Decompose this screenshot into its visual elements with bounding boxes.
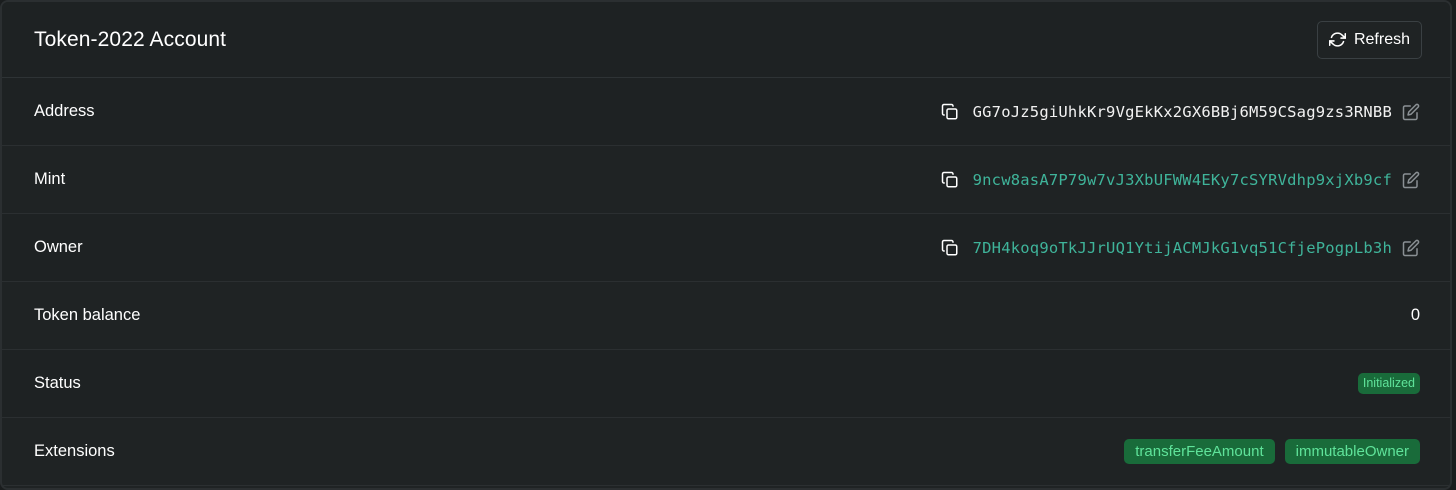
token-balance-label: Token balance — [34, 306, 141, 324]
address-label: Address — [34, 102, 95, 120]
owner-value-group: 7DH4koq9oTkJJrUQ1YtijACMJkG1vq51CfjePogp… — [941, 239, 1420, 257]
token-account-card: Token-2022 Account Refresh Address GG7oJ… — [0, 0, 1452, 490]
address-value-group: GG7oJz5giUhkKr9VgEkKx2GX6BBj6M59CSag9zs3… — [941, 103, 1420, 121]
card-header: Token-2022 Account Refresh — [2, 2, 1450, 78]
mint-address-link[interactable]: 9ncw8asA7P79w7vJ3XbUFWW4EKy7cSYRVdhp9xjX… — [973, 171, 1392, 189]
mint-value-group: 9ncw8asA7P79w7vJ3XbUFWW4EKy7cSYRVdhp9xjX… — [941, 171, 1420, 189]
status-badge: Initialized — [1357, 373, 1420, 394]
owner-address-link[interactable]: 7DH4koq9oTkJJrUQ1YtijACMJkG1vq51CfjePogp… — [973, 239, 1392, 257]
refresh-button-label: Refresh — [1353, 30, 1410, 48]
row-token-balance: Token balance 0 — [2, 282, 1450, 350]
token-balance-value: 0 — [1410, 306, 1420, 324]
row-status: Status Initialized — [2, 350, 1450, 418]
edit-icon[interactable] — [1402, 103, 1420, 121]
row-address: Address GG7oJz5giUhkKr9VgEkKx2GX6BBj6M59… — [2, 78, 1450, 146]
copy-icon[interactable] — [941, 239, 959, 257]
mint-label: Mint — [34, 170, 66, 188]
row-mint: Mint 9ncw8asA7P79w7vJ3XbUFWW4EKy7cSYRVdh… — [2, 146, 1450, 214]
card-title: Token-2022 Account — [34, 27, 227, 51]
refresh-button[interactable]: Refresh — [1316, 20, 1422, 59]
row-owner: Owner 7DH4koq9oTkJJrUQ1YtijACMJkG1vq51Cf… — [2, 214, 1450, 282]
copy-icon[interactable] — [941, 171, 959, 189]
refresh-icon — [1328, 31, 1346, 48]
extension-badge: transferFeeAmount — [1124, 439, 1275, 464]
account-details-table: Address GG7oJz5giUhkKr9VgEkKx2GX6BBj6M59… — [2, 78, 1450, 486]
extensions-badges: transferFeeAmount immutableOwner — [1114, 439, 1420, 464]
address-value: GG7oJz5giUhkKr9VgEkKx2GX6BBj6M59CSag9zs3… — [972, 102, 1392, 121]
extension-badge: immutableOwner — [1284, 439, 1420, 464]
copy-icon[interactable] — [941, 103, 959, 121]
owner-label: Owner — [34, 238, 83, 256]
status-label: Status — [34, 374, 81, 392]
edit-icon[interactable] — [1402, 239, 1420, 257]
edit-icon[interactable] — [1402, 171, 1420, 189]
row-extensions: Extensions transferFeeAmount immutableOw… — [2, 418, 1450, 486]
extensions-label: Extensions — [34, 442, 115, 460]
